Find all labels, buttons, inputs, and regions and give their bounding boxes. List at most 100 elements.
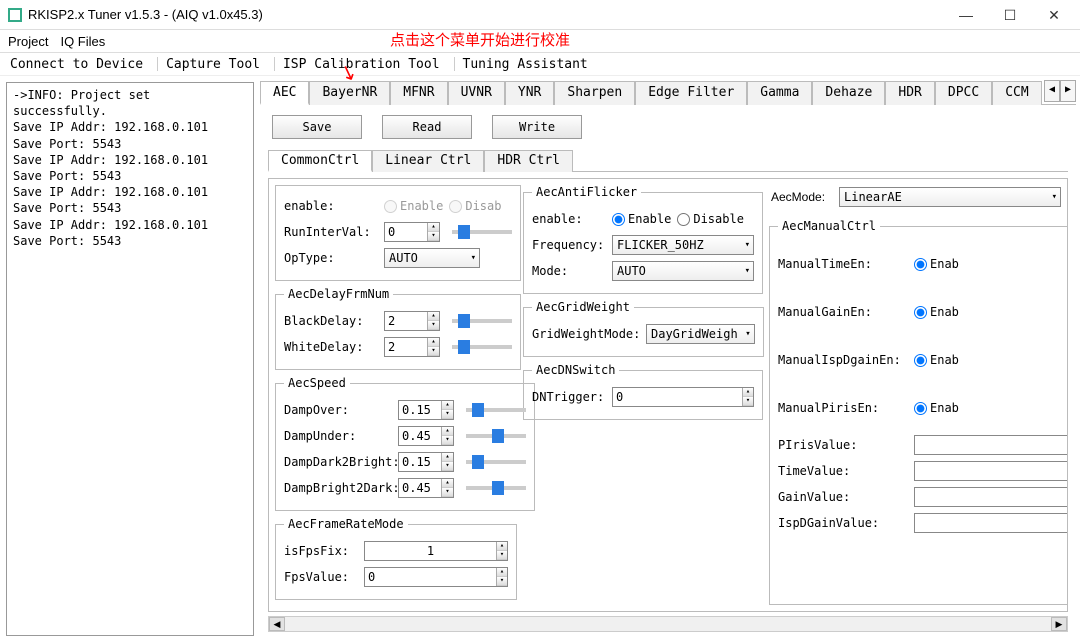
subtab-hdrctrl[interactable]: HDR Ctrl [484,150,573,172]
isfpsfix-label: isFpsFix: [284,544,360,558]
tool-connect[interactable]: Connect to Device [10,57,143,72]
tab-dpcc[interactable]: DPCC [935,81,992,105]
manualgainen-radio[interactable]: Enab [914,305,959,319]
log-panel[interactable]: ->INFO: Project set successfully. Save I… [6,82,254,636]
group-aecantiflicker: AecAntiFlicker enable: Enable Disable Fr… [523,185,763,294]
close-button[interactable]: ✕ [1032,1,1076,29]
scroll-right-icon[interactable]: ▶ [1051,617,1067,631]
gainvalue-label: GainValue: [778,490,910,504]
tab-mfnr[interactable]: MFNR [390,81,447,105]
timevalue-input[interactable] [914,461,1068,481]
manualpirisen-label: ManualPirisEn: [778,401,910,415]
anti-enable-radio[interactable]: Enable [612,212,671,226]
dampbright2dark-spinner[interactable]: ▴▾ [398,478,454,498]
anti-disable-radio[interactable]: Disable [677,212,744,226]
anti-frequency-combo[interactable]: FLICKER_50HZ [612,235,754,255]
gridweightmode-label: GridWeightMode: [532,327,642,341]
dampunder-label: DampUnder: [284,429,394,443]
tab-edgefilter[interactable]: Edge Filter [635,81,747,105]
write-button[interactable]: Write [492,115,582,139]
ispdgainvalue-label: IspDGainValue: [778,516,910,530]
group-aecgridweight: AecGridWeight GridWeightMode: DayGridWei… [523,300,764,357]
group-aecspeed: AecSpeed DampOver: ▴▾ DampUnder: ▴▾ Damp… [275,376,535,511]
group-aecmanualctrl: AecManualCtrl ManualTimeEn: Enab ManualG… [769,219,1068,605]
tab-bayernr[interactable]: BayerNR [309,81,390,105]
runinterval-label: RunInterVal: [284,225,380,239]
pirisvalue-input[interactable] [914,435,1068,455]
whitedelay-slider[interactable] [452,345,512,349]
tab-ynr[interactable]: YNR [505,81,554,105]
anti-mode-combo[interactable]: AUTO [612,261,754,281]
runinterval-spinner[interactable]: ▴▾ [384,222,440,242]
pirisvalue-label: PIrisValue: [778,438,910,452]
whitedelay-spinner[interactable]: ▴▾ [384,337,440,357]
subtab-commonctrl[interactable]: CommonCtrl [268,150,372,172]
tab-aec[interactable]: AEC [260,81,309,105]
runinterval-slider[interactable] [452,230,512,234]
optype-combo[interactable]: AUTO [384,248,480,268]
tab-dehaze[interactable]: Dehaze [812,81,885,105]
group-basic: enable: Enable Disab RunInterVal: ▴▾ OpT… [275,185,521,281]
dampbright2dark-slider[interactable] [466,486,526,490]
blackdelay-spinner[interactable]: ▴▾ [384,311,440,331]
dampdark2bright-spinner[interactable]: ▴▾ [398,452,454,472]
tab-ccm[interactable]: CCM [992,81,1041,105]
dampover-slider[interactable] [466,408,526,412]
aecmode-label: AecMode: [771,190,835,204]
form-area: enable: Enable Disab RunInterVal: ▴▾ OpT… [268,178,1068,612]
dntrigger-spinner[interactable]: ▴▾ [612,387,754,407]
manualgainen-label: ManualGainEn: [778,305,910,319]
gridweightmode-combo[interactable]: DayGridWeigh [646,324,755,344]
sub-tabs: CommonCtrl Linear Ctrl HDR Ctrl [268,149,1068,172]
dntrigger-label: DNTrigger: [532,390,608,404]
whitedelay-label: WhiteDelay: [284,340,380,354]
fpsvalue-label: FpsValue: [284,570,360,584]
enable-label: enable: [284,199,380,213]
tab-gamma[interactable]: Gamma [747,81,812,105]
dampdark2bright-label: DampDark2Bright: [284,455,394,469]
blackdelay-label: BlackDelay: [284,314,380,328]
dampunder-spinner[interactable]: ▴▾ [398,426,454,446]
maximize-button[interactable]: ☐ [988,1,1032,29]
menu-project[interactable]: Project [8,34,48,49]
tool-calibration[interactable]: ISP Calibration Tool [283,57,440,72]
gainvalue-input[interactable] [914,487,1068,507]
dampover-label: DampOver: [284,403,394,417]
anti-mode-label: Mode: [532,264,608,278]
dampover-spinner[interactable]: ▴▾ [398,400,454,420]
minimize-button[interactable]: — [944,1,988,29]
save-button[interactable]: Save [272,115,362,139]
horizontal-scrollbar[interactable]: ◀ ▶ [268,616,1068,632]
tool-capture[interactable]: Capture Tool [166,57,260,72]
dampunder-slider[interactable] [466,434,526,438]
manualtimeen-label: ManualTimeEn: [778,257,910,271]
isfpsfix-spinner[interactable]: ▴▾ [364,541,508,561]
aecmode-combo[interactable]: LinearAE [839,187,1061,207]
action-button-row: Save Read Write [260,105,1076,149]
menu-iq-files[interactable]: IQ Files [60,34,105,49]
read-button[interactable]: Read [382,115,472,139]
blackdelay-slider[interactable] [452,319,512,323]
manualpirisen-radio[interactable]: Enab [914,401,959,415]
enable-radio-disable[interactable]: Disab [449,199,501,213]
optype-label: OpType: [284,251,380,265]
titlebar: RKISP2.x Tuner v1.5.3 - (AIQ v1.0x45.3) … [0,0,1080,30]
dampdark2bright-slider[interactable] [466,460,526,464]
fpsvalue-spinner[interactable]: ▴▾ [364,567,508,587]
subtab-linearctrl[interactable]: Linear Ctrl [372,150,484,172]
tool-tuning[interactable]: Tuning Assistant [463,57,588,72]
tab-hdr[interactable]: HDR [885,81,934,105]
manualtimeen-radio[interactable]: Enab [914,257,959,271]
main-tabs: AEC BayerNR MFNR UVNR YNR Sharpen Edge F… [260,80,1076,105]
window-title: RKISP2.x Tuner v1.5.3 - (AIQ v1.0x45.3) [28,7,944,22]
tabs-scroll-left-icon[interactable]: ◀ [1044,80,1060,102]
dampbright2dark-label: DampBright2Dark: [284,481,394,495]
enable-radio-enable[interactable]: Enable [384,199,443,213]
tabs-scroll-right-icon[interactable]: ▶ [1060,80,1076,102]
tab-uvnr[interactable]: UVNR [448,81,505,105]
tab-sharpen[interactable]: Sharpen [554,81,635,105]
ispdgainvalue-input[interactable] [914,513,1068,533]
group-aecdnswitch: AecDNSwitch DNTrigger: ▴▾ [523,363,763,420]
scroll-left-icon[interactable]: ◀ [269,617,285,631]
manualispdgainen-radio[interactable]: Enab [914,353,959,367]
